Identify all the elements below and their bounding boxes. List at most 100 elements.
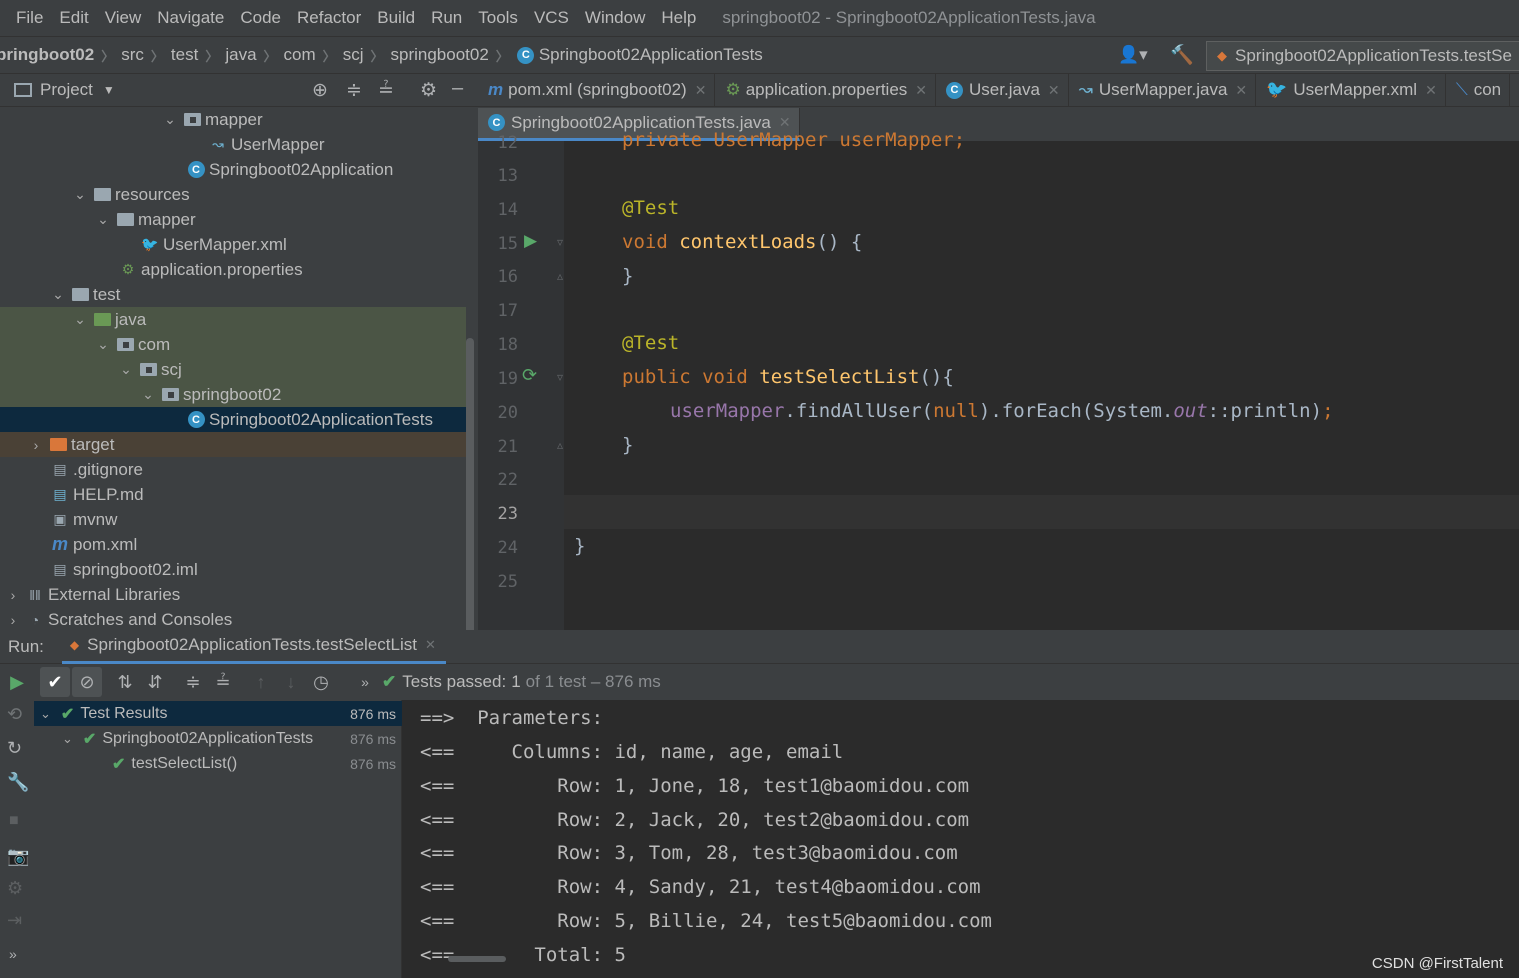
test-result-root[interactable]: ⌄ ✔ Test Results 876 ms: [34, 701, 402, 726]
locate-icon[interactable]: ⊕: [312, 79, 328, 102]
menu-navigate[interactable]: Navigate: [149, 8, 232, 28]
close-icon[interactable]: ✕: [695, 82, 707, 99]
breadcrumb-test[interactable]: test: [171, 45, 198, 65]
breadcrumb-scj[interactable]: scj: [343, 45, 364, 65]
chevron-down-icon[interactable]: ▼: [103, 83, 115, 97]
menu-run[interactable]: Run: [423, 8, 470, 28]
chevron-down-icon[interactable]: ⌄: [40, 706, 51, 722]
code-close-brace[interactable]: }: [622, 265, 633, 287]
code-line-19[interactable]: public void testSelectList(){: [622, 366, 954, 388]
expand-all-icon[interactable]: ≑: [346, 79, 362, 102]
tree-item-scratches[interactable]: › ◔ Scratches and Consoles: [0, 607, 466, 630]
wrench-icon[interactable]: 🔧: [7, 772, 29, 793]
close-icon[interactable]: ✕: [425, 637, 436, 653]
tree-item-iml[interactable]: ▤ springboot02.iml: [0, 557, 466, 582]
menu-help[interactable]: Help: [653, 8, 704, 28]
code-line-12[interactable]: private UserMapper userMapper;: [622, 129, 965, 151]
show-ignored-icon[interactable]: ⊘: [72, 667, 102, 697]
tab-usermapper-java[interactable]: ↝ UserMapper.java ✕: [1069, 74, 1257, 106]
gear-icon[interactable]: ⚙: [420, 79, 437, 102]
code-line-15[interactable]: void contextLoads() {: [622, 231, 862, 253]
fold-icon[interactable]: ▵: [557, 438, 563, 452]
show-passed-icon[interactable]: ✔: [40, 667, 70, 697]
rerun-test-icon[interactable]: ⟳: [522, 365, 537, 386]
run-icon[interactable]: ▶: [2, 667, 32, 697]
project-title[interactable]: Project: [40, 80, 93, 100]
menu-window[interactable]: Window: [577, 8, 653, 28]
menu-tools[interactable]: Tools: [470, 8, 526, 28]
tree-item-external-libraries[interactable]: › ǁǁ External Libraries: [0, 582, 466, 607]
menu-code[interactable]: Code: [232, 8, 289, 28]
sort-alpha-icon[interactable]: ⇅: [110, 667, 140, 697]
breadcrumb-project[interactable]: pringboot02: [0, 45, 94, 65]
chevron-down-icon[interactable]: ⌄: [95, 211, 111, 228]
tree-item-mvnw[interactable]: ▣ mvnw: [0, 507, 466, 532]
tab-con[interactable]: ⟍ con: [1446, 74, 1511, 106]
breadcrumb-springboot02[interactable]: springboot02: [390, 45, 488, 65]
chevron-down-icon[interactable]: ⌄: [162, 111, 178, 128]
chevron-down-icon[interactable]: ⌄: [140, 386, 156, 403]
more-icon[interactable]: »: [9, 946, 17, 962]
hammer-icon[interactable]: 🔨: [1170, 43, 1194, 67]
menu-build[interactable]: Build: [369, 8, 423, 28]
menu-refactor[interactable]: Refactor: [289, 8, 369, 28]
minimize-icon[interactable]: –: [452, 77, 463, 100]
collapse-all-icon[interactable]: ≟: [378, 79, 394, 102]
tab-usermapper-xml[interactable]: 🐦 UserMapper.xml ✕: [1256, 74, 1446, 106]
code-annotation[interactable]: @Test: [622, 197, 679, 219]
tree-item-resources[interactable]: ⌄ resources: [0, 182, 466, 207]
test-result-method[interactable]: ✔ testSelectList() 876 ms: [34, 751, 402, 776]
rerun-failed-icon[interactable]: ⟲: [7, 704, 22, 725]
code-class-close-brace[interactable]: }: [574, 535, 585, 557]
console-output[interactable]: ==> Parameters: <== Columns: id, name, a…: [402, 700, 1519, 978]
close-icon[interactable]: ✕: [1235, 82, 1247, 99]
tree-item-springboot02application[interactable]: C Springboot02Application: [0, 157, 466, 182]
console-scrollbar[interactable]: [448, 956, 506, 962]
chevron-down-icon[interactable]: ⌄: [72, 311, 88, 328]
chevron-down-icon[interactable]: ⌄: [50, 286, 66, 303]
code-close-brace[interactable]: }: [622, 434, 633, 456]
more-icon[interactable]: »: [350, 667, 380, 697]
chevron-down-icon[interactable]: ⌄: [72, 186, 88, 203]
menu-file[interactable]: File: [0, 8, 51, 28]
tree-item-target[interactable]: › target: [0, 432, 466, 457]
expand-all-icon[interactable]: ≑: [178, 667, 208, 697]
tree-item-springboot02[interactable]: ⌄ springboot02: [0, 382, 466, 407]
chevron-right-icon[interactable]: ›: [5, 587, 21, 603]
camera-icon[interactable]: 📷: [7, 846, 29, 867]
run-tab[interactable]: ◆ Springboot02ApplicationTests.testSelec…: [61, 630, 446, 664]
fold-icon[interactable]: ▿: [557, 370, 563, 384]
tree-item-application-properties[interactable]: ⚙ application.properties: [0, 257, 466, 282]
tree-item-usermapper[interactable]: ↝ UserMapper: [0, 132, 466, 157]
chevron-down-icon[interactable]: ⌄: [118, 361, 134, 378]
breadcrumb-java[interactable]: java: [225, 45, 256, 65]
toggle-autotest-icon[interactable]: ↻: [7, 738, 22, 759]
collapse-all-icon[interactable]: ≟: [208, 667, 238, 697]
user-icon[interactable]: 👤▾: [1118, 45, 1148, 65]
close-icon[interactable]: ✕: [1425, 82, 1437, 99]
previous-failed-icon[interactable]: ↑: [246, 667, 276, 697]
tree-item-pom-xml[interactable]: m pom.xml: [0, 532, 466, 557]
tree-item-resources-mapper[interactable]: ⌄ mapper: [0, 207, 466, 232]
fold-icon[interactable]: ▵: [557, 269, 563, 283]
exit-icon[interactable]: ⇥: [7, 910, 22, 931]
tab-application-properties[interactable]: ⚙ application.properties ✕: [715, 74, 937, 106]
breadcrumb-src[interactable]: src: [121, 45, 144, 65]
history-icon[interactable]: ◷: [306, 667, 336, 697]
tree-item-com[interactable]: ⌄ com: [0, 332, 466, 357]
menu-edit[interactable]: Edit: [51, 8, 96, 28]
tree-item-springboot02applicationtests[interactable]: C Springboot02ApplicationTests: [0, 407, 466, 432]
breadcrumb-com[interactable]: com: [284, 45, 316, 65]
sort-duration-icon[interactable]: ⇵: [140, 667, 170, 697]
menu-vcs[interactable]: VCS: [526, 8, 577, 28]
close-icon[interactable]: ✕: [915, 82, 927, 99]
run-configuration-selector[interactable]: ◆ Springboot02ApplicationTests.testSe: [1206, 41, 1519, 71]
menu-view[interactable]: View: [97, 8, 150, 28]
code-annotation[interactable]: @Test: [622, 332, 679, 354]
project-scrollbar[interactable]: [466, 338, 474, 630]
tree-item-java[interactable]: ⌄ java: [0, 307, 466, 332]
chevron-down-icon[interactable]: ⌄: [62, 731, 73, 747]
chevron-right-icon[interactable]: ›: [5, 612, 21, 628]
breadcrumb-class[interactable]: Springboot02ApplicationTests: [539, 45, 763, 65]
fold-icon[interactable]: ▿: [557, 235, 563, 249]
